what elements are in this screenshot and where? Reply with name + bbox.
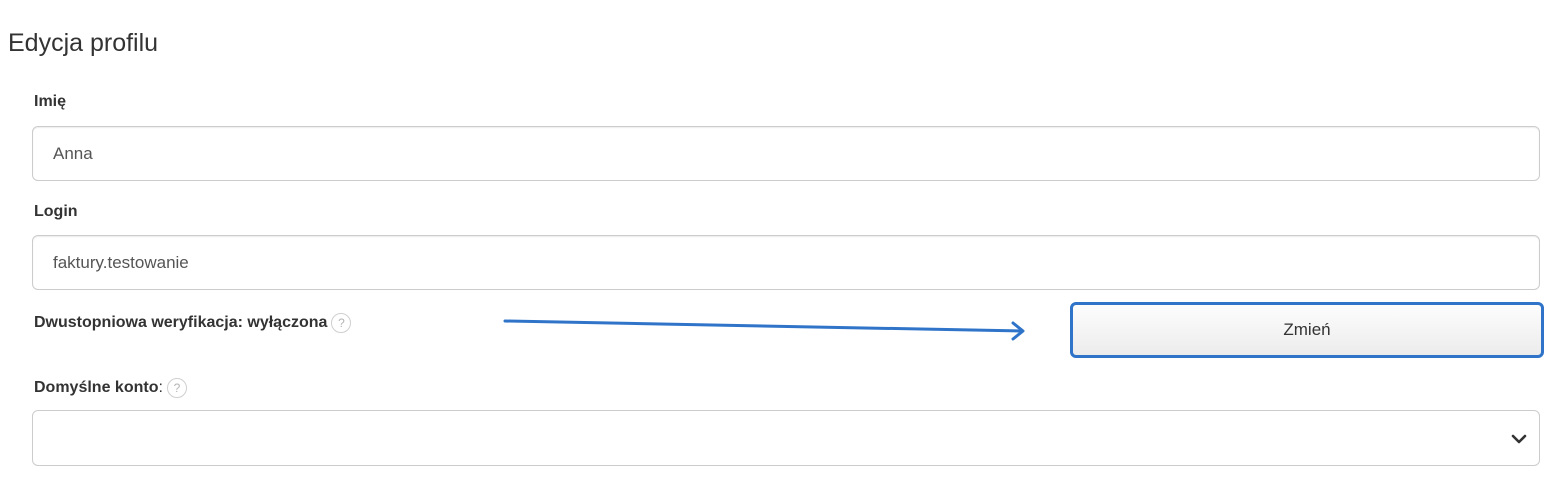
- page-title: Edycja profilu: [8, 29, 159, 57]
- question-circle-icon[interactable]: ?: [331, 313, 352, 333]
- default-account-label-row: Domyślne konto:?: [34, 378, 187, 398]
- default-account-label: Domyślne konto: [34, 379, 159, 397]
- arrow-right-icon: [503, 319, 1025, 341]
- change-two-factor-button[interactable]: Zmień: [1070, 302, 1544, 358]
- login-input[interactable]: [32, 235, 1540, 290]
- chevron-down-icon: [1511, 434, 1527, 444]
- login-label: Login: [34, 203, 78, 220]
- default-account-select[interactable]: [32, 410, 1540, 466]
- two-factor-status: Dwustopniowa weryfikacja: wyłączona?: [34, 313, 352, 333]
- first-name-label: Imię: [34, 93, 67, 110]
- question-circle-icon[interactable]: ?: [166, 378, 187, 398]
- label-colon: :: [158, 379, 163, 397]
- profile-edit-page: Edycja profilu Imię Login Dwustopniowa w…: [0, 0, 1557, 478]
- first-name-input[interactable]: [32, 126, 1540, 181]
- two-factor-label: Dwustopniowa weryfikacja: wyłączona: [34, 314, 328, 332]
